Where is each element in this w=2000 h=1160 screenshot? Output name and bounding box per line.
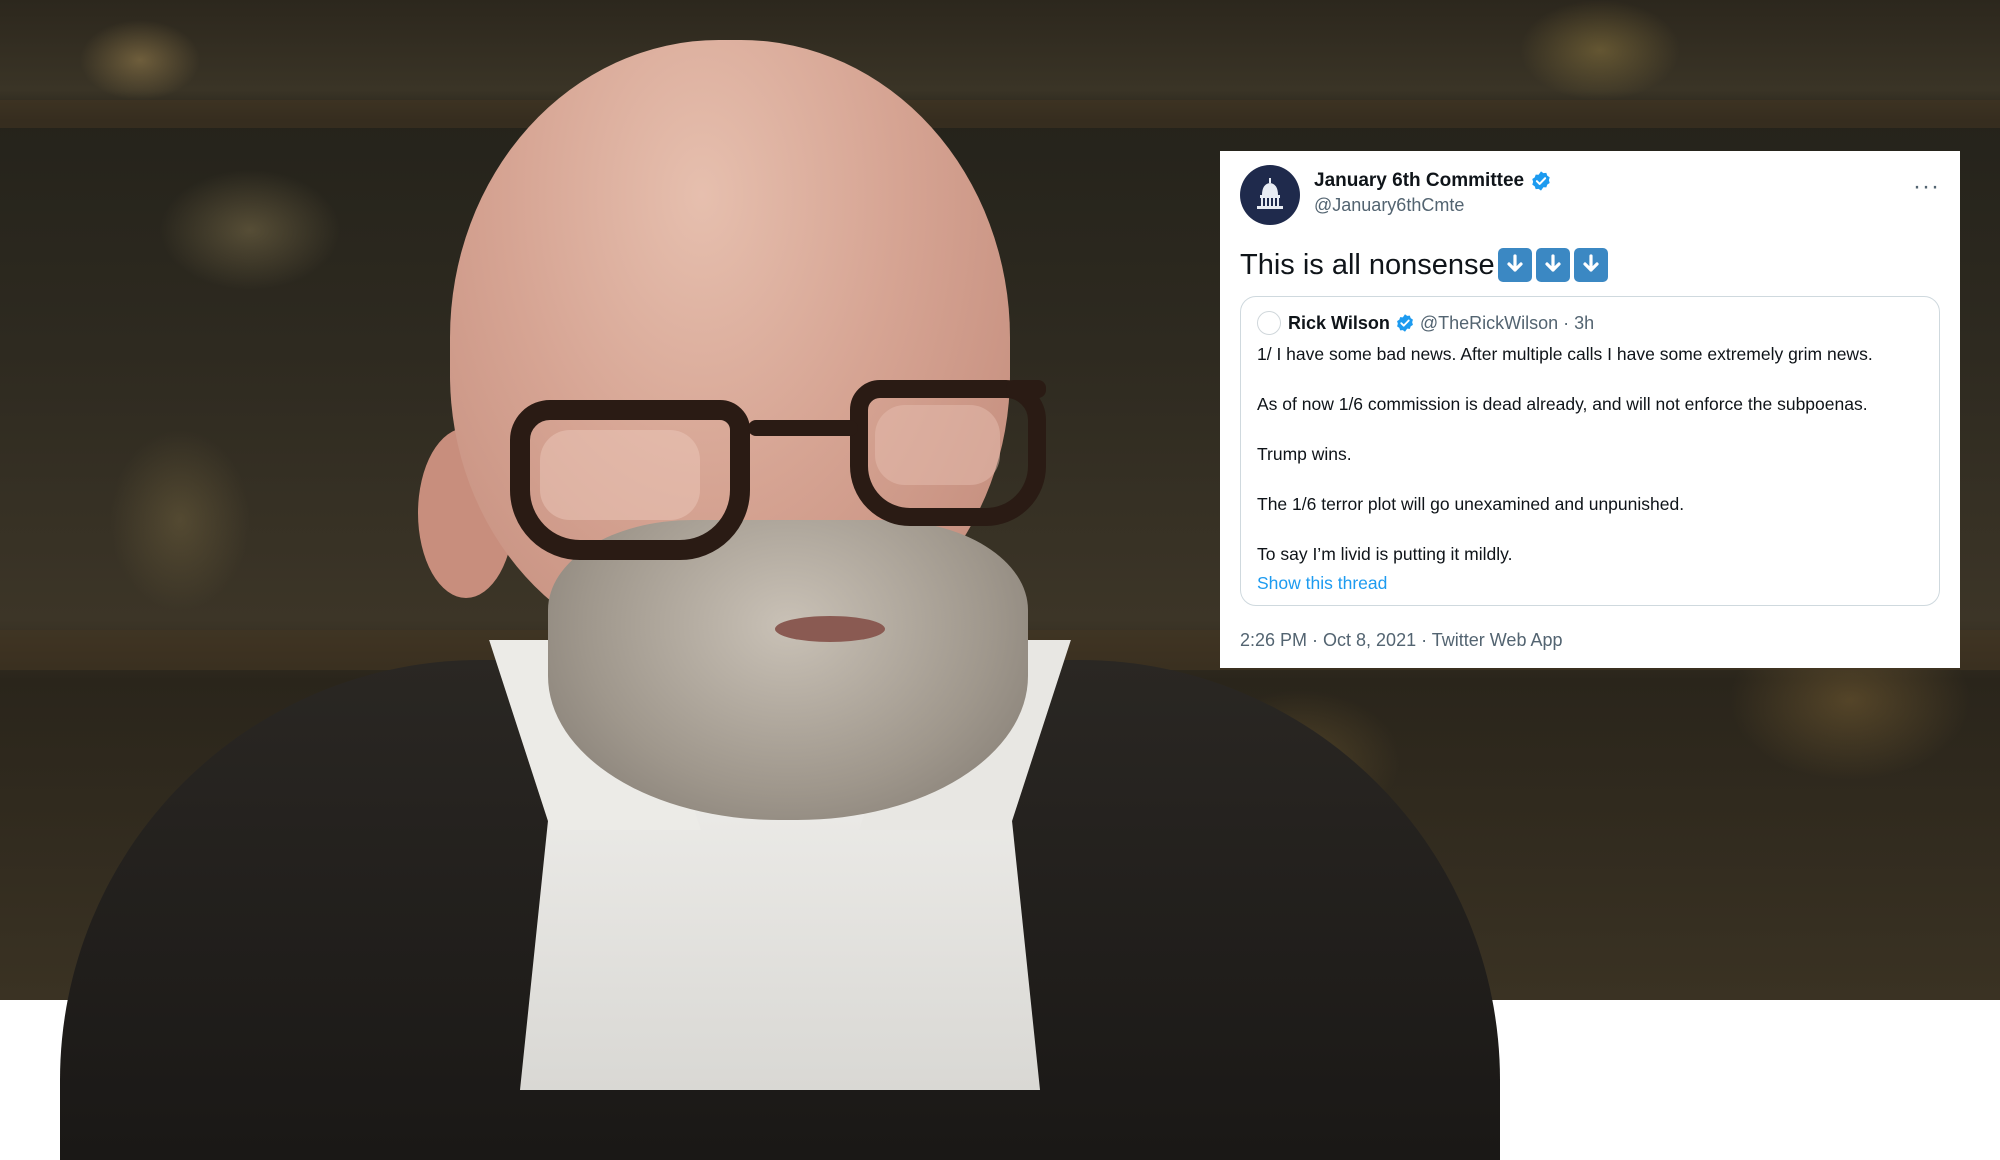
quoted-tweet-body: 1/ I have some bad news. After multiple … (1257, 343, 1923, 565)
tweet-card: January 6th Committee @January6thCmte ··… (1220, 151, 1960, 668)
tweet-text: This is all nonsense (1240, 245, 1940, 285)
capitol-dome-icon (1257, 178, 1283, 209)
quoted-author-name[interactable]: Rick Wilson (1288, 313, 1390, 334)
glasses-bridge (748, 420, 858, 436)
glasses-frame-left (510, 400, 750, 560)
author-name-line: January 6th Committee (1314, 168, 1552, 194)
quoted-author-handle-time[interactable]: @TheRickWilson · 3h (1420, 313, 1594, 334)
quoted-text-line: As of now 1/6 commission is dead already… (1257, 394, 1868, 414)
glasses-temple (1006, 380, 1046, 398)
quoted-text-line: To say I’m livid is putting it mildly. (1257, 544, 1513, 564)
quoted-text-line: The 1/6 terror plot will go unexamined a… (1257, 494, 1685, 514)
person-beard (548, 520, 1028, 820)
down-arrow-emoji-icon (1573, 248, 1608, 282)
glasses-frame-right (850, 380, 1046, 526)
quoted-text-line: Trump wins. (1257, 444, 1352, 464)
down-arrow-emoji-icon (1497, 248, 1532, 282)
bookshelf-top (0, 100, 2000, 128)
quoted-text-line: 1/ I have some bad news. After multiple … (1257, 344, 1873, 364)
tweet-header: January 6th Committee @January6thCmte ··… (1240, 165, 1940, 227)
more-options-button[interactable]: ··· (1913, 173, 1940, 201)
verified-badge-icon (1532, 171, 1550, 191)
author-display-name[interactable]: January 6th Committee (1314, 170, 1524, 192)
author-avatar[interactable] (1240, 165, 1300, 225)
verified-badge-icon (1396, 314, 1413, 332)
author-handle[interactable]: @January6thCmte (1314, 194, 1552, 216)
quoted-tweet[interactable]: Rick Wilson @TheRickWilson · 3h 1/ I hav… (1240, 296, 1940, 606)
show-thread-link[interactable]: Show this thread (1257, 573, 1923, 594)
person-mouth (775, 616, 885, 642)
tweet-timestamp[interactable]: 2:26 PM · Oct 8, 2021 · Twitter Web App (1240, 630, 1940, 651)
quoted-author-avatar[interactable] (1257, 311, 1281, 335)
tweet-text-content: This is all nonsense (1240, 248, 1495, 281)
down-arrow-emoji-icon (1535, 248, 1570, 282)
down-arrow-emojis (1497, 248, 1612, 282)
quoted-tweet-header: Rick Wilson @TheRickWilson · 3h (1257, 311, 1923, 335)
author-names: January 6th Committee @January6thCmte (1314, 168, 1552, 216)
